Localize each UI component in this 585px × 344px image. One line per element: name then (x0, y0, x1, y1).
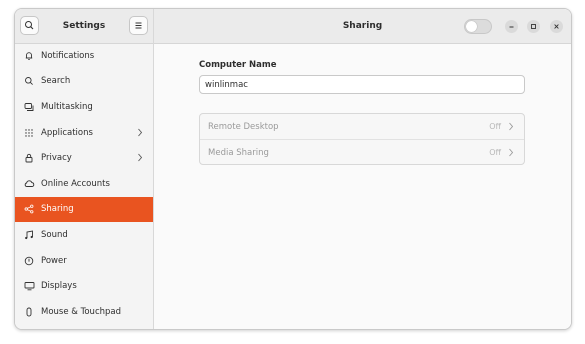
chevron-right-icon (509, 148, 514, 157)
sidebar-list: Notifications Search Multitasking Applic… (15, 43, 153, 325)
apps-grid-icon (17, 128, 41, 138)
chevron-right-icon (138, 128, 143, 137)
minimize-icon (509, 26, 514, 28)
remote-desktop-row[interactable]: Remote Desktop Off (200, 114, 524, 139)
sharing-options-list: Remote Desktop Off Media Sharing Off (199, 113, 525, 165)
sharing-toggle[interactable] (464, 19, 492, 34)
row-label: Remote Desktop (208, 121, 279, 132)
sidebar-item-displays[interactable]: Displays (15, 273, 153, 299)
sidebar-item-label: Multitasking (41, 101, 93, 112)
sidebar-item-label: Search (41, 76, 71, 87)
minimize-button[interactable] (505, 20, 518, 33)
sidebar-item-power[interactable]: Power (15, 248, 153, 274)
share-icon (17, 204, 41, 214)
cloud-icon (17, 179, 41, 189)
sidebar-item-label: Displays (41, 281, 77, 292)
computer-name-label: Computer Name (199, 60, 277, 70)
sidebar-item-label: Sound (41, 229, 68, 240)
sidebar-item-search[interactable]: Search (15, 69, 153, 95)
close-button[interactable] (550, 20, 563, 33)
row-status: Off (489, 148, 501, 157)
settings-window: Settings Notifications Search Multitaski… (14, 8, 572, 330)
maximize-icon (531, 24, 536, 29)
main-content: Sharing Computer Name Remote Desktop Off (154, 9, 571, 329)
row-label: Media Sharing (208, 147, 269, 158)
sidebar-item-label: Sharing (41, 204, 74, 215)
computer-name-field[interactable] (199, 75, 525, 94)
hamburger-icon (135, 22, 142, 29)
sidebar-item-label: Online Accounts (41, 178, 110, 189)
sidebar-item-applications[interactable]: Applications (15, 120, 153, 146)
row-status: Off (489, 122, 501, 131)
sidebar-item-online-accounts[interactable]: Online Accounts (15, 171, 153, 197)
sidebar-item-label: Power (41, 255, 67, 266)
lock-icon (17, 153, 41, 163)
header-bar: Sharing (154, 9, 571, 44)
sidebar-item-sharing[interactable]: Sharing (15, 196, 153, 223)
music-note-icon (17, 230, 41, 240)
close-icon (554, 24, 559, 29)
sidebar-item-label: Privacy (41, 153, 72, 164)
toggle-knob (466, 21, 477, 32)
sidebar: Settings Notifications Search Multitaski… (15, 9, 154, 329)
chevron-right-icon (509, 122, 514, 131)
menu-button[interactable] (129, 16, 148, 35)
sidebar-item-privacy[interactable]: Privacy (15, 145, 153, 171)
maximize-button[interactable] (527, 20, 540, 33)
sidebar-item-sound[interactable]: Sound (15, 222, 153, 248)
bell-icon (17, 51, 41, 61)
sidebar-item-notifications[interactable]: Notifications (15, 43, 153, 69)
media-sharing-row[interactable]: Media Sharing Off (200, 139, 524, 165)
sidebar-item-label: Mouse & Touchpad (41, 306, 122, 317)
mouse-icon (17, 307, 41, 317)
sidebar-item-mouse-touchpad[interactable]: Mouse & Touchpad (15, 299, 153, 325)
sidebar-header: Settings (15, 9, 153, 44)
sidebar-item-multitasking[interactable]: Multitasking (15, 94, 153, 120)
multitasking-icon (17, 102, 41, 112)
chevron-right-icon (138, 154, 143, 162)
sidebar-item-label: Applications (41, 127, 93, 138)
sidebar-item-label: Notifications (41, 50, 95, 61)
display-icon (17, 281, 41, 291)
search-icon (17, 76, 41, 86)
power-icon (17, 256, 41, 266)
